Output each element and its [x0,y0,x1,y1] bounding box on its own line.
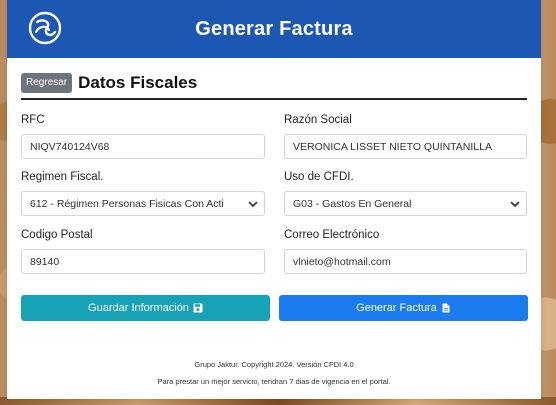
chevron-down-icon [248,201,258,207]
generate-invoice-label: Generar Factura [356,302,437,314]
rfc-label: RFC [21,114,45,126]
section-title: Datos Fiscales [78,73,198,92]
codigo-postal-label: Codigo Postal [21,229,93,241]
correo-label: Correo Electrónico [284,229,380,241]
regimen-fiscal-group: Regimen Fiscal. 612 - Régimen Personas F… [21,171,265,216]
header-bar: Generar Factura [7,0,541,58]
razon-social-input[interactable]: VERONICA LISSET NIETO QUINTANILLA [284,134,527,159]
regimen-fiscal-label: Regimen Fiscal. [21,171,104,183]
footer-copyright: Grupo Jaktur. Copyright 2024. Versión CF… [194,360,354,369]
invoice-card: Generar Factura Regresar Datos Fiscales … [7,0,541,399]
correo-group: Correo Electrónico vlnieto@hotmail.com [284,229,527,274]
save-info-button[interactable]: Guardar Información [21,295,270,321]
generate-invoice-button[interactable]: Generar Factura [279,295,528,321]
back-button[interactable]: Regresar [21,73,73,93]
rfc-input[interactable]: NIQV740124V68 [21,134,265,159]
floppy-disk-icon [193,303,203,313]
uso-cfdi-value: G03 - Gastos En General [293,197,412,210]
swirl-logo-icon [28,11,62,45]
correo-input[interactable]: vlnieto@hotmail.com [284,249,527,274]
razon-social-label: Razón Social [284,114,352,126]
save-info-label: Guardar Información [88,302,189,314]
uso-cfdi-select[interactable]: G03 - Gastos En General [284,191,527,216]
chevron-down-icon [510,201,520,207]
codigo-postal-group: Codigo Postal 89140 [21,229,265,274]
razon-social-group: Razón Social VERONICA LISSET NIETO QUINT… [284,114,527,159]
codigo-postal-input[interactable]: 89140 [21,249,265,274]
page-title: Generar Factura [195,17,353,40]
regimen-fiscal-value: 612 - Régimen Personas Fisicas Con Acti [30,197,224,210]
uso-cfdi-group: Uso de CFDI. G03 - Gastos En General [284,171,527,216]
section-header: Regresar Datos Fiscales [21,73,527,100]
rfc-group: RFC NIQV740124V68 [21,114,265,159]
regimen-fiscal-select[interactable]: 612 - Régimen Personas Fisicas Con Acti [21,191,265,216]
uso-cfdi-label: Uso de CFDI. [284,171,354,183]
footer-notice: Para prestar un mejor servicio, tendran … [157,377,391,386]
document-icon [442,303,450,313]
